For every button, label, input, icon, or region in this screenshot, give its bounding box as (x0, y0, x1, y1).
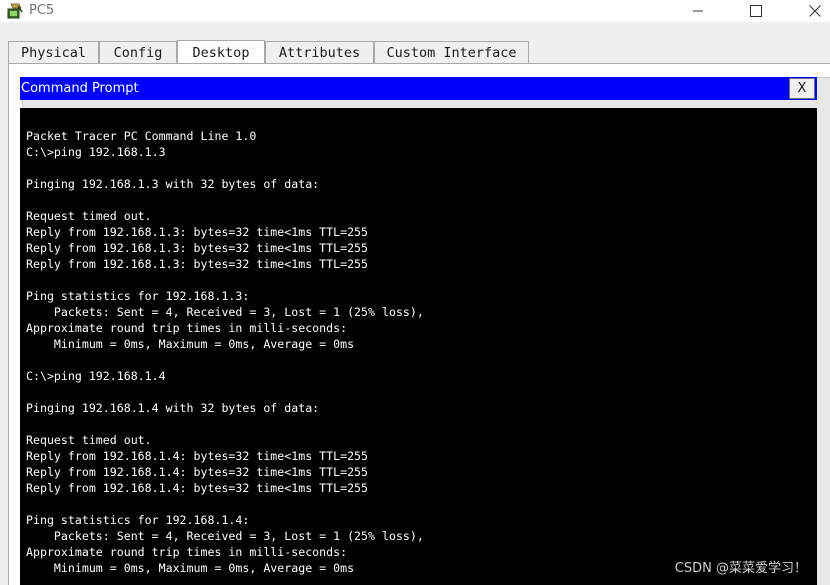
terminal-line: Reply from 192.168.1.4: bytes=32 time<1m… (26, 481, 369, 495)
tab-config[interactable]: Config (99, 41, 177, 63)
terminal-line: Packets: Sent = 4, Received = 3, Lost = … (26, 305, 424, 319)
terminal-line: Request timed out. (26, 209, 152, 223)
close-window-button[interactable] (800, 0, 830, 22)
maximize-button[interactable] (741, 0, 771, 22)
tab-custom-interface[interactable]: Custom Interface (374, 41, 529, 63)
window-title: PC5 (29, 3, 55, 18)
terminal-output[interactable]: Packet Tracer PC Command Line 1.0 C:\>pin… (20, 108, 817, 585)
watermark: CSDN @菜菜爱学习！ (674, 561, 807, 576)
minimize-icon (692, 5, 704, 17)
terminal-line: C:\>ping 192.168.1.4 (26, 369, 166, 383)
terminal-line: Packet Tracer PC Command Line 1.0 (26, 129, 257, 143)
tab-attributes[interactable]: Attributes (265, 41, 374, 63)
terminal-line: Reply from 192.168.1.3: bytes=32 time<1m… (26, 225, 369, 239)
terminal-line: Ping statistics for 192.168.1.3: (26, 289, 250, 303)
terminal-line: Reply from 192.168.1.3: bytes=32 time<1m… (26, 241, 369, 255)
terminal-line: Approximate round trip times in milli-se… (26, 321, 348, 335)
terminal-line: Reply from 192.168.1.4: bytes=32 time<1m… (26, 449, 369, 463)
terminal-line: Minimum = 0ms, Maximum = 0ms, Average = … (26, 561, 355, 575)
terminal-line: Reply from 192.168.1.4: bytes=32 time<1m… (26, 465, 369, 479)
terminal-line: Minimum = 0ms, Maximum = 0ms, Average = … (26, 337, 355, 351)
terminal-line: C:\>ping 192.168.1.3 (26, 145, 166, 159)
pc5-window: PC5 Physical Config Desktop Attributes C… (0, 0, 830, 585)
tab-physical[interactable]: Physical (8, 41, 99, 63)
minimize-button[interactable] (683, 0, 713, 22)
packet-tracer-pc-icon (6, 2, 24, 20)
maximize-icon (750, 5, 762, 17)
terminal-line: Packets: Sent = 4, Received = 3, Lost = … (26, 529, 424, 543)
title-bar: PC5 (0, 0, 830, 22)
terminal-lines: Packet Tracer PC Command Line 1.0 C:\>pin… (26, 128, 424, 576)
tab-strip: Physical Config Desktop Attributes Custo… (0, 22, 830, 64)
close-command-prompt-button[interactable]: X (789, 78, 815, 99)
terminal-line: Pinging 192.168.1.4 with 32 bytes of dat… (26, 401, 320, 415)
tab-desktop[interactable]: Desktop (177, 40, 265, 64)
command-prompt-header: Command Prompt (20, 77, 817, 100)
terminal-line: Approximate round trip times in milli-se… (26, 545, 348, 559)
terminal-line: Pinging 192.168.1.3 with 32 bytes of dat… (26, 177, 320, 191)
command-prompt-title: Command Prompt (21, 81, 139, 96)
close-icon (809, 5, 821, 17)
terminal-line: Reply from 192.168.1.3: bytes=32 time<1m… (26, 257, 369, 271)
terminal-line: Ping statistics for 192.168.1.4: (26, 513, 250, 527)
terminal-line: Request timed out. (26, 433, 152, 447)
